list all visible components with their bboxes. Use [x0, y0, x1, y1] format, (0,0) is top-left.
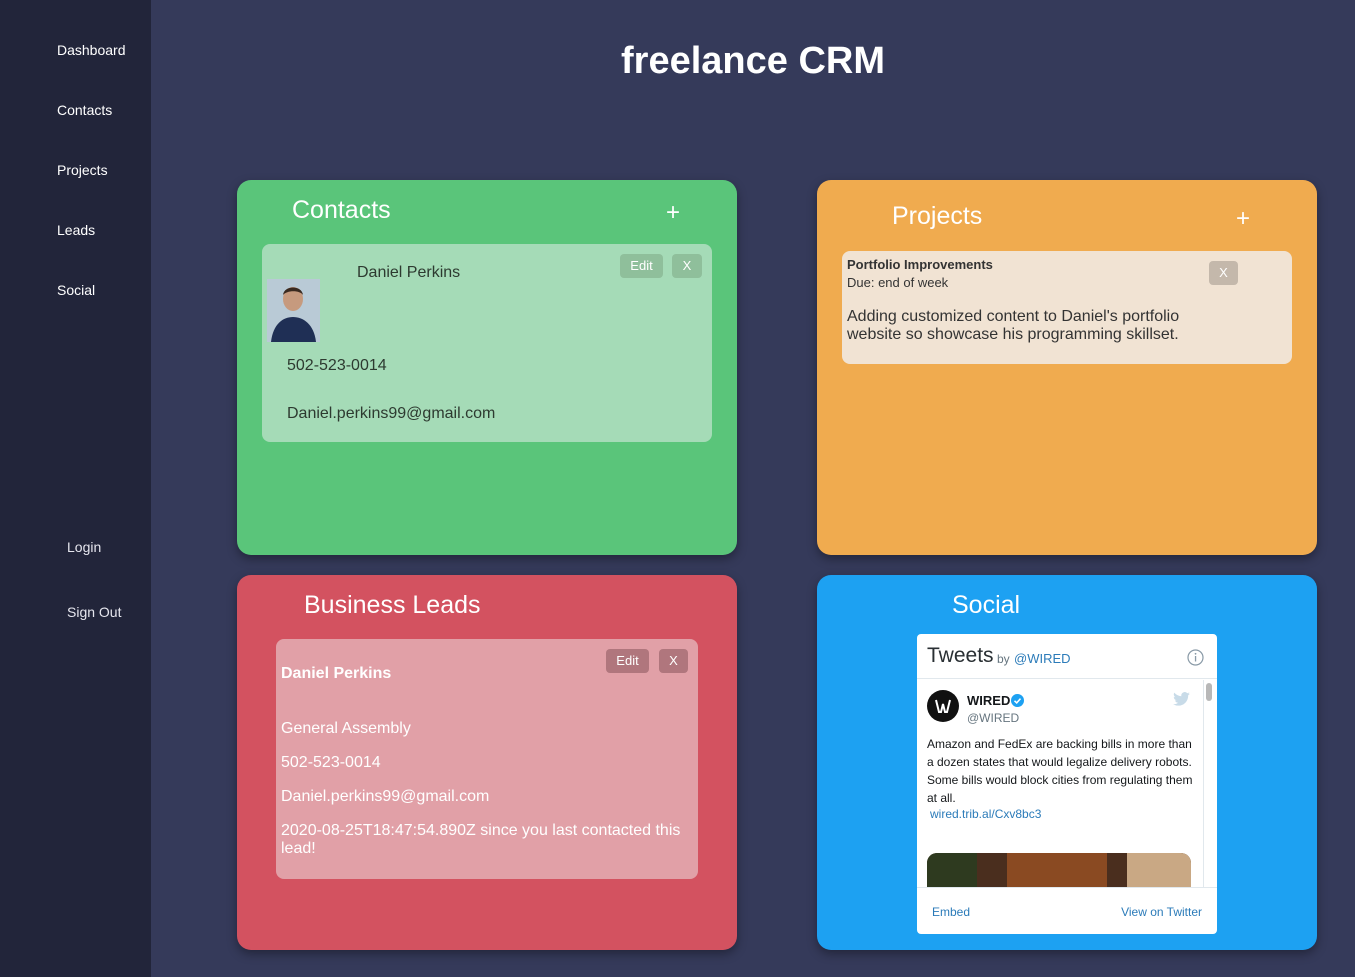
tweets-heading: Tweets	[927, 644, 994, 667]
tweets-by: by	[997, 652, 1010, 666]
avatar-person-icon	[267, 279, 320, 342]
leads-panel-title: Business Leads	[304, 591, 481, 619]
sidebar: Dashboard Contacts Projects Leads Social…	[0, 0, 151, 977]
add-project-button[interactable]: +	[1236, 207, 1250, 231]
twitter-handle-link[interactable]: @WIRED	[1014, 651, 1071, 666]
sidebar-item-contacts[interactable]: Contacts	[57, 102, 112, 118]
sidebar-item-dashboard[interactable]: Dashboard	[57, 42, 126, 58]
lead-phone: 502-523-0014	[281, 754, 381, 771]
page-title: freelance CRM	[621, 40, 885, 82]
twitter-widget: Tweets by @WIRED WIRED @WIRED Amazon and…	[917, 634, 1217, 934]
view-on-twitter-link[interactable]: View on Twitter	[1121, 905, 1202, 919]
project-description: Adding customized content to Daniel's po…	[847, 308, 1180, 343]
edit-lead-button[interactable]: Edit	[606, 649, 649, 673]
contact-avatar	[267, 279, 320, 342]
twitter-widget-footer: Embed View on Twitter	[917, 887, 1217, 934]
lead-company: General Assembly	[281, 720, 411, 737]
contact-card: Edit X Daniel Perkins 502-523-0014 Danie…	[262, 244, 712, 442]
social-panel: Social Tweets by @WIRED WIRED @WIRED Ama…	[817, 575, 1317, 950]
delete-project-button[interactable]: X	[1209, 261, 1238, 285]
edit-contact-button[interactable]: Edit	[620, 254, 663, 278]
sidebar-item-leads[interactable]: Leads	[57, 222, 95, 238]
tweet-author: WIRED	[967, 693, 1011, 708]
lead-email: Daniel.perkins99@gmail.com	[281, 788, 490, 805]
tweet-link[interactable]: wired.trib.al/Cxv8bc3	[930, 807, 1041, 821]
project-name: Portfolio Improvements	[847, 257, 993, 272]
lead-card: Edit X Daniel Perkins General Assembly 5…	[276, 639, 698, 879]
delete-lead-button[interactable]: X	[659, 649, 688, 673]
contact-phone: 502-523-0014	[287, 357, 387, 374]
wired-avatar-icon	[927, 690, 959, 722]
twitter-bird-icon[interactable]	[1173, 692, 1190, 706]
timeline-scrollbar[interactable]	[1203, 680, 1213, 887]
add-contact-button[interactable]: +	[666, 201, 680, 225]
embed-link[interactable]: Embed	[932, 905, 970, 919]
lead-last-contact: 2020-08-25T18:47:54.890Z since you last …	[281, 822, 681, 857]
tweet-text: Amazon and FedEx are backing bills in mo…	[927, 737, 1193, 805]
contacts-panel: Contacts + Edit X Daniel Perkins 502-523…	[237, 180, 737, 555]
tweet-author-handle: @WIRED	[967, 711, 1020, 725]
delete-contact-button[interactable]: X	[672, 254, 702, 278]
tweet-media-image[interactable]	[927, 853, 1191, 887]
leads-panel: Business Leads Edit X Daniel Perkins Gen…	[237, 575, 737, 950]
projects-panel-title: Projects	[892, 202, 983, 230]
sign-out-link[interactable]: Sign Out	[67, 604, 121, 620]
login-link[interactable]: Login	[67, 539, 101, 555]
twitter-widget-header: Tweets by @WIRED	[917, 634, 1217, 679]
contact-email: Daniel.perkins99@gmail.com	[287, 405, 496, 422]
sidebar-item-projects[interactable]: Projects	[57, 162, 108, 178]
lead-name: Daniel Perkins	[281, 665, 392, 682]
projects-panel: Projects + X Portfolio Improvements Due:…	[817, 180, 1317, 555]
contacts-panel-title: Contacts	[292, 196, 391, 224]
sidebar-item-social[interactable]: Social	[57, 282, 95, 298]
verified-badge-icon	[1011, 694, 1024, 707]
contact-name: Daniel Perkins	[357, 264, 461, 281]
info-icon[interactable]	[1187, 649, 1204, 666]
tweet-timeline[interactable]: WIRED @WIRED Amazon and FedEx are backin…	[917, 680, 1217, 887]
project-due: Due: end of week	[847, 275, 949, 290]
project-card: X Portfolio Improvements Due: end of wee…	[842, 251, 1292, 364]
social-panel-title: Social	[952, 591, 1021, 619]
